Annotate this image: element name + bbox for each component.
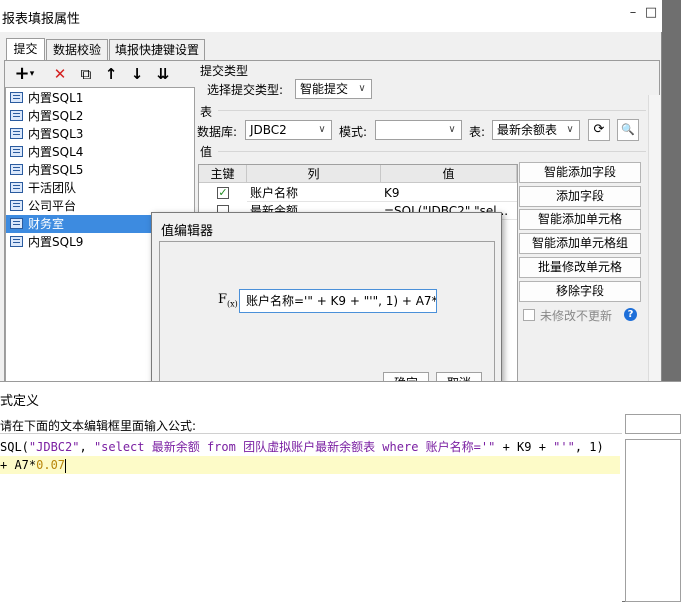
copy-icon[interactable]: ⧉: [75, 64, 97, 84]
preview-icon: 🔍: [621, 123, 635, 136]
vertical-scrollbar[interactable]: [648, 95, 660, 385]
tab-data-validation[interactable]: 数据校验: [46, 39, 108, 60]
database-icon: [10, 164, 23, 175]
smart-add-cell-group-button[interactable]: 智能添加单元格组: [519, 233, 641, 254]
schema-label: 模式:: [339, 125, 368, 139]
code-line-2-current: + A7*0.07: [0, 456, 620, 474]
add-field-button[interactable]: 添加字段: [519, 186, 641, 207]
column-header-value: 值: [381, 165, 517, 183]
add-dropdown-icon[interactable]: ▾: [27, 64, 37, 84]
database-icon: [10, 218, 23, 229]
smart-add-field-button[interactable]: 智能添加字段: [519, 162, 641, 183]
tab-fill-shortcuts[interactable]: 填报快捷键设置: [109, 39, 205, 60]
refresh-button[interactable]: ⟳: [588, 119, 610, 141]
unchanged-no-update-label: 未修改不更新: [540, 309, 613, 323]
divider: [218, 110, 646, 111]
remove-field-button[interactable]: 移除字段: [519, 281, 641, 302]
unchanged-no-update-checkbox[interactable]: [523, 309, 535, 321]
formula-text-editor[interactable]: SQL("JDBC2", "select 最新余额 from 团队虚拟账户最新余…: [0, 433, 622, 602]
list-item[interactable]: 内置SQL2: [6, 107, 194, 125]
refresh-icon: ⟳: [593, 122, 605, 137]
value-section-label: 值: [200, 145, 213, 159]
column-header-column: 列: [247, 165, 381, 183]
batch-modify-cells-button[interactable]: 批量修改单元格: [519, 257, 641, 278]
list-item[interactable]: 干活团队: [6, 179, 194, 197]
database-select[interactable]: JDBC2 ∨: [245, 120, 332, 140]
value-editor-title: 值编辑器: [161, 224, 214, 239]
move-up-icon[interactable]: ↑: [100, 64, 122, 84]
dialog-title: 报表填报属性: [2, 12, 81, 27]
list-item[interactable]: 内置SQL4: [6, 143, 194, 161]
list-item[interactable]: 内置SQL1: [6, 89, 194, 107]
text-caret: [65, 458, 67, 473]
table-section-label: 表: [200, 105, 213, 119]
chevron-down-icon: ∨: [566, 124, 574, 135]
move-down-icon[interactable]: ↓: [126, 64, 148, 84]
delete-icon[interactable]: ✕: [49, 64, 71, 84]
formula-input[interactable]: 账户名称='" + K9 + "'", 1) + A7*0.07: [239, 289, 437, 313]
value-cell[interactable]: K9: [381, 184, 517, 202]
submit-type-label: 选择提交类型:: [207, 83, 284, 97]
maximize-button[interactable]: □: [638, 2, 664, 24]
database-icon: [10, 92, 23, 103]
database-icon: [10, 128, 23, 139]
sql-list-toolbar: + ▾ ✕ ⧉ ↑ ↓ ⇊: [5, 62, 195, 86]
database-icon: [10, 200, 23, 211]
chevron-down-icon: ∨: [318, 124, 326, 135]
side-function-list[interactable]: [625, 439, 681, 602]
database-icon: [10, 182, 23, 193]
divider: [218, 151, 646, 152]
schema-select[interactable]: ∨: [375, 120, 462, 140]
table-label: 表:: [469, 125, 486, 139]
submit-type-select[interactable]: 智能提交 ∨: [295, 79, 372, 99]
side-search-input[interactable]: [625, 414, 681, 434]
help-icon[interactable]: ?: [624, 308, 637, 321]
chevron-down-icon: ∨: [448, 124, 456, 135]
database-label: 数据库:: [197, 125, 238, 139]
database-icon: [10, 146, 23, 157]
move-bottom-icon[interactable]: ⇊: [152, 64, 174, 84]
formula-prompt-label: 请在下面的文本编辑框里面输入公式:: [0, 419, 197, 433]
code-line-1: SQL("JDBC2", "select 最新余额 from 团队虚拟账户最新余…: [0, 440, 604, 454]
value-editor-panel: [159, 241, 495, 385]
preview-button[interactable]: 🔍: [617, 119, 639, 141]
table-select[interactable]: 最新余额表 ∨: [492, 120, 580, 140]
submit-type-section-label: 提交类型: [200, 64, 249, 78]
column-cell[interactable]: 账户名称: [247, 184, 381, 202]
tab-submit[interactable]: 提交: [6, 38, 45, 61]
list-item[interactable]: 内置SQL5: [6, 161, 194, 179]
database-icon: [10, 236, 23, 247]
smart-add-cell-button[interactable]: 智能添加单元格: [519, 209, 641, 230]
chevron-down-icon: ∨: [358, 83, 366, 94]
column-header-key: 主键: [199, 165, 247, 183]
title-bar: 报表填报属性 – □: [0, 0, 662, 32]
database-icon: [10, 110, 23, 121]
primary-key-checkbox[interactable]: ✓: [217, 187, 229, 199]
list-item[interactable]: 内置SQL3: [6, 125, 194, 143]
value-editor-dialog: 值编辑器 F(x) 账户名称='" + K9 + "'", 1) + A7*0.…: [151, 212, 502, 394]
formula-definition-dialog: 式定义 请在下面的文本编辑框里面输入公式: SQL("JDBC2", "sele…: [0, 381, 681, 602]
formula-dialog-title: 式定义: [0, 394, 40, 409]
formula-fx-icon[interactable]: F(x): [218, 292, 238, 309]
